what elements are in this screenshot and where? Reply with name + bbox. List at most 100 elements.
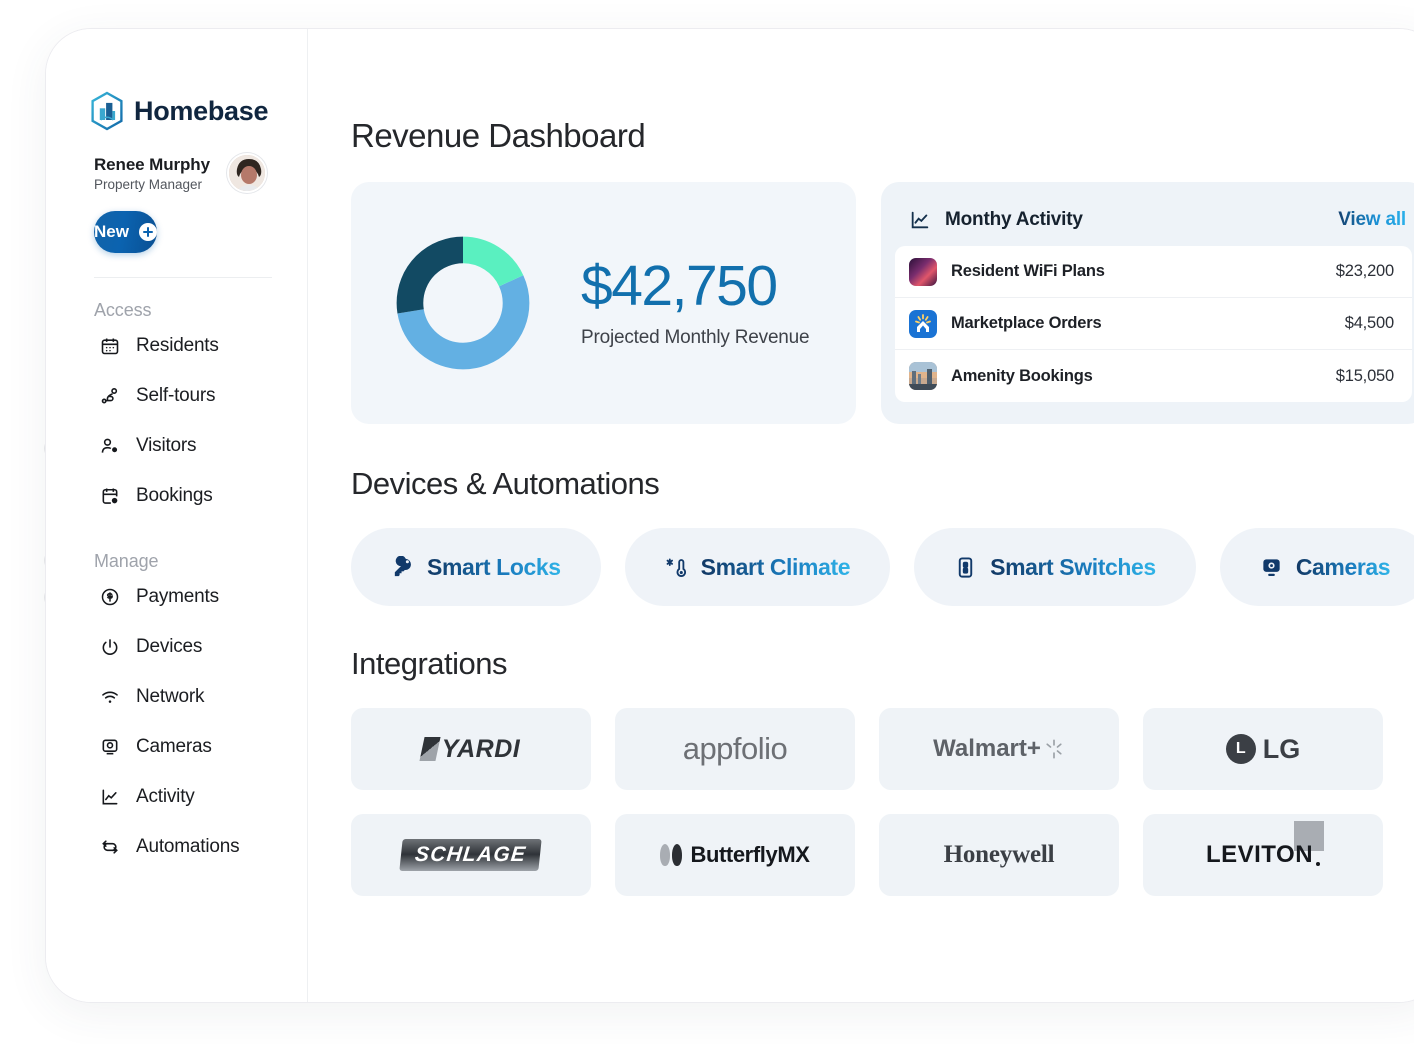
power-icon — [99, 637, 120, 658]
revenue-amount: $42,750 — [581, 253, 778, 318]
activity-card-title: Monthy Activity — [945, 209, 1083, 230]
lg-face-icon: L — [1225, 734, 1256, 764]
sidebar-section-access: Access — [94, 300, 152, 320]
camera-icon — [1260, 556, 1283, 579]
wifi-app-icon — [909, 257, 937, 286]
refresh-cycle-icon — [99, 837, 120, 858]
pill-label: Smart Climate — [700, 553, 851, 580]
sidebar-item-label: Devices — [136, 636, 203, 657]
yardi-mark-icon — [419, 737, 441, 761]
sidebar-item-payments[interactable]: Payments — [46, 572, 307, 622]
pill-label: Cameras — [1295, 553, 1391, 580]
sidebar-item-self-tours[interactable]: Self-tours — [46, 371, 307, 421]
sidebar-item-label: Self-tours — [136, 385, 216, 406]
sidebar: Homebase Renee Murphy Property Manager N… — [46, 29, 308, 1002]
integration-logo-honeywell[interactable]: Honeywell — [879, 814, 1119, 896]
pill-smart-locks[interactable]: Smart Locks — [351, 528, 601, 606]
integrations-grid: YARDI appfolio Walmart+ L LG SCHLAGE But… — [351, 708, 1414, 896]
integration-logo-label: Honeywell — [943, 841, 1055, 868]
sidebar-section-manage: Manage — [94, 551, 159, 571]
line-chart-icon — [99, 787, 120, 808]
sidebar-item-label: Payments — [136, 586, 219, 607]
integration-logo-label: LEVITON — [1205, 841, 1314, 868]
calendar-grid-icon — [99, 336, 120, 357]
brand-name: Homebase — [134, 95, 269, 126]
amenity-photo-icon — [909, 362, 937, 390]
sidebar-item-label: Visitors — [136, 435, 197, 456]
devices-pill-row: Smart Locks Smart Climate Smart Switches… — [351, 528, 1414, 606]
user-name: Renee Murphy — [94, 154, 210, 174]
sidebar-item-network[interactable]: Network — [46, 672, 307, 722]
pill-smart-switches[interactable]: Smart Switches — [914, 528, 1196, 606]
sidebar-item-label: Activity — [136, 786, 195, 807]
sidebar-item-label: Automations — [136, 836, 240, 857]
user-check-icon — [99, 436, 120, 457]
avatar[interactable] — [227, 153, 267, 193]
sidebar-item-activity[interactable]: Activity — [46, 772, 307, 822]
sidebar-item-label: Cameras — [136, 736, 212, 757]
integration-logo-label: appfolio — [682, 731, 788, 766]
butterflymx-logo: ButterflyMX — [660, 842, 810, 868]
sidebar-item-label: Bookings — [136, 485, 213, 506]
activity-list: Resident WiFi Plans $23,200 Marketplace … — [895, 246, 1412, 402]
sidebar-item-residents[interactable]: Residents — [46, 321, 307, 371]
key-icon — [391, 555, 414, 579]
integration-logo-label: YARDI — [441, 734, 521, 763]
new-button-label: New — [94, 222, 129, 241]
sidebar-item-devices[interactable]: Devices — [46, 622, 307, 672]
integration-logo-schlage[interactable]: SCHLAGE — [351, 814, 591, 896]
pill-label: Smart Locks — [427, 553, 561, 580]
activity-row-name: Resident WiFi Plans — [951, 262, 1105, 280]
sidebar-divider — [94, 277, 272, 278]
main-content: Revenue Dashboard $42,750 Projected Mont… — [308, 29, 1414, 1002]
user-profile[interactable]: Renee Murphy Property Manager — [46, 131, 307, 193]
wifi-icon — [99, 687, 120, 708]
integration-logo-lg[interactable]: L LG — [1143, 708, 1383, 790]
sidebar-item-label: Residents — [136, 335, 219, 356]
integration-logo-label: SCHLAGE — [399, 839, 543, 871]
user-role: Property Manager — [94, 176, 203, 192]
leviton-logo: LEVITON — [1205, 821, 1325, 869]
activity-row-value: $4,500 — [1344, 314, 1394, 332]
calendar-clock-icon — [99, 486, 120, 507]
pill-cameras[interactable]: Cameras — [1219, 528, 1414, 606]
integrations-section-title: Integrations — [351, 646, 508, 681]
yardi-logo: YARDI — [419, 734, 521, 764]
revenue-donut-chart — [393, 233, 533, 373]
thermometer-snowflake-icon — [665, 556, 688, 579]
revenue-caption: Projected Monthly Revenue — [581, 326, 810, 348]
walmart-spark-icon — [1046, 739, 1062, 759]
activity-row[interactable]: Amenity Bookings $15,050 — [895, 350, 1412, 402]
sidebar-item-cameras[interactable]: Cameras — [46, 722, 307, 772]
homebase-hexagon-logo-icon — [89, 91, 125, 131]
line-chart-icon — [909, 209, 931, 231]
sidebar-item-visitors[interactable]: Visitors — [46, 421, 307, 471]
integration-logo-label: LG — [1262, 733, 1301, 764]
sidebar-item-automations[interactable]: Automations — [46, 822, 307, 872]
integration-logo-butterflymx[interactable]: ButterflyMX — [615, 814, 855, 896]
activity-row-value: $15,050 — [1335, 366, 1394, 385]
integration-logo-label: ButterflyMX — [690, 842, 810, 867]
integration-logo-yardi[interactable]: YARDI — [351, 708, 591, 790]
integration-logo-label: Walmart+ — [933, 735, 1041, 762]
activity-row-name: Amenity Bookings — [951, 366, 1093, 385]
sidebar-item-bookings[interactable]: Bookings — [46, 471, 307, 521]
activity-row[interactable]: Marketplace Orders $4,500 — [895, 298, 1412, 350]
view-all-link[interactable]: View all — [1338, 209, 1406, 231]
camera-icon — [99, 737, 120, 758]
pill-smart-climate[interactable]: Smart Climate — [624, 528, 891, 606]
route-path-icon — [99, 386, 120, 407]
plus-circle-icon — [138, 223, 157, 241]
activity-row[interactable]: Resident WiFi Plans $23,200 — [895, 246, 1412, 298]
dollar-circle-icon — [99, 587, 120, 608]
lg-logo: L LG — [1225, 733, 1301, 765]
summary-cards-row: $42,750 Projected Monthly Revenue Monthy… — [351, 182, 1414, 424]
pill-label: Smart Switches — [990, 553, 1156, 580]
brand: Homebase — [46, 91, 307, 131]
new-button[interactable]: New — [94, 211, 157, 253]
integration-logo-walmart[interactable]: Walmart+ — [879, 708, 1119, 790]
integration-logo-leviton[interactable]: LEVITON — [1143, 814, 1383, 896]
switch-icon — [954, 556, 977, 579]
leviton-dot-icon — [1316, 862, 1321, 866]
integration-logo-appfolio[interactable]: appfolio — [615, 708, 855, 790]
